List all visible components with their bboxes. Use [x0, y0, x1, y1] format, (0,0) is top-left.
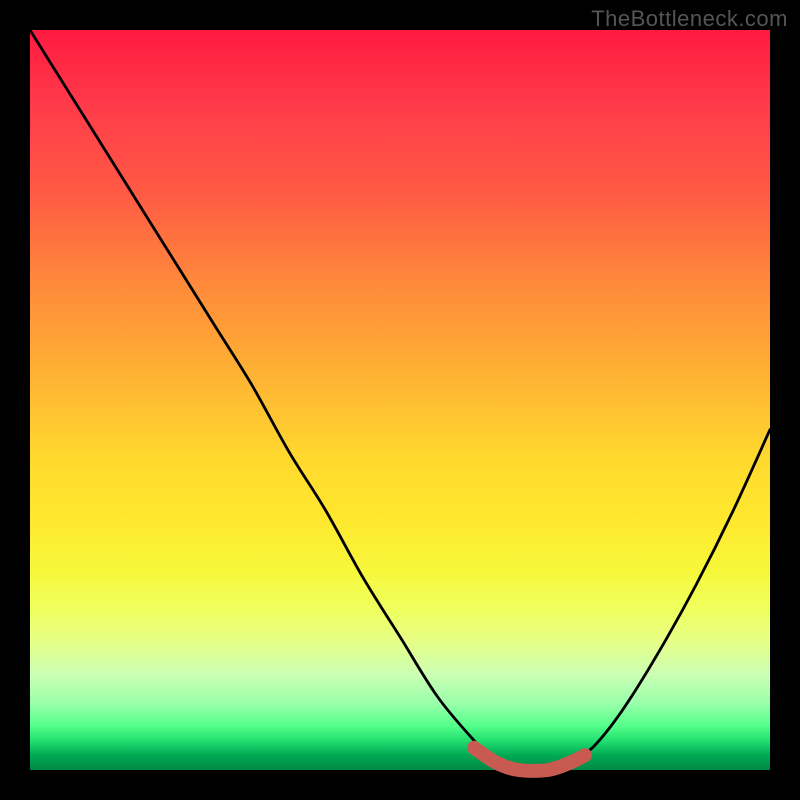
- plot-area: [30, 30, 770, 770]
- curve-svg: [30, 30, 770, 770]
- watermark-label: TheBottleneck.com: [591, 6, 788, 32]
- bottom-highlight: [474, 748, 585, 771]
- bottleneck-curve: [30, 30, 770, 771]
- chart-frame: TheBottleneck.com: [0, 0, 800, 800]
